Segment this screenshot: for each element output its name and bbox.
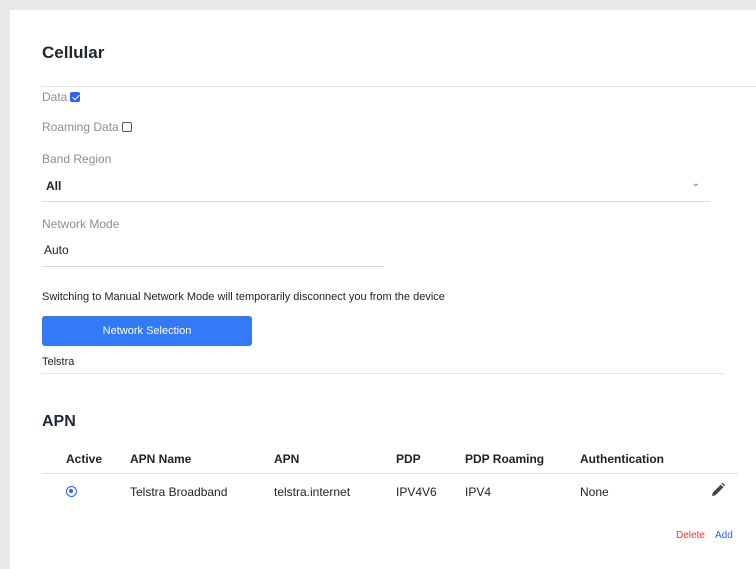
network-mode-value: Auto xyxy=(44,243,69,257)
pdp-cell: IPV4V6 xyxy=(396,485,437,499)
pdp-roaming-cell: IPV4 xyxy=(465,485,492,499)
network-mode-label: Network Mode xyxy=(42,217,120,231)
roaming-data-checkbox[interactable] xyxy=(121,122,132,132)
add-apn-link[interactable]: Add xyxy=(715,530,733,541)
data-toggle-row[interactable]: Data xyxy=(42,90,81,104)
pencil-icon[interactable] xyxy=(710,482,726,498)
page-title: Cellular xyxy=(42,43,105,62)
column-header-apn-name: APN Name xyxy=(130,452,192,466)
column-header-authentication: Authentication xyxy=(580,452,664,466)
column-header-pdp-roaming: PDP Roaming xyxy=(465,452,545,466)
current-operator: Telstra xyxy=(42,356,724,374)
column-header-active: Active xyxy=(66,452,103,466)
table-header-divider xyxy=(42,473,738,474)
band-region-value: All xyxy=(46,179,62,193)
delete-apn-link[interactable]: Delete xyxy=(676,530,705,541)
column-header-apn: APN xyxy=(274,452,300,466)
active-radio[interactable] xyxy=(66,486,77,497)
band-region-label: Band Region xyxy=(42,152,112,166)
column-header-pdp: PDP xyxy=(396,452,421,466)
band-region-select[interactable]: All ⌄ xyxy=(42,173,710,202)
data-toggle-label: Data xyxy=(42,90,68,104)
chevron-down-icon: ⌄ xyxy=(691,178,700,189)
roaming-toggle-row[interactable]: Roaming Data xyxy=(42,120,132,134)
apn-name-cell: Telstra Broadband xyxy=(130,485,228,499)
network-mode-field[interactable]: Auto xyxy=(42,236,384,267)
roaming-toggle-label: Roaming Data xyxy=(42,120,119,134)
cellular-settings-panel: Cellular Data Roaming Data Band Region A… xyxy=(10,10,756,569)
manual-mode-notice: Switching to Manual Network Mode will te… xyxy=(42,291,445,303)
network-selection-button[interactable]: Network Selection xyxy=(42,316,252,346)
apn-cell: telstra.internet xyxy=(274,485,351,499)
data-checkbox[interactable] xyxy=(70,92,81,102)
title-divider xyxy=(42,86,756,87)
apn-heading: APN xyxy=(42,413,76,430)
authentication-cell: None xyxy=(580,485,609,499)
